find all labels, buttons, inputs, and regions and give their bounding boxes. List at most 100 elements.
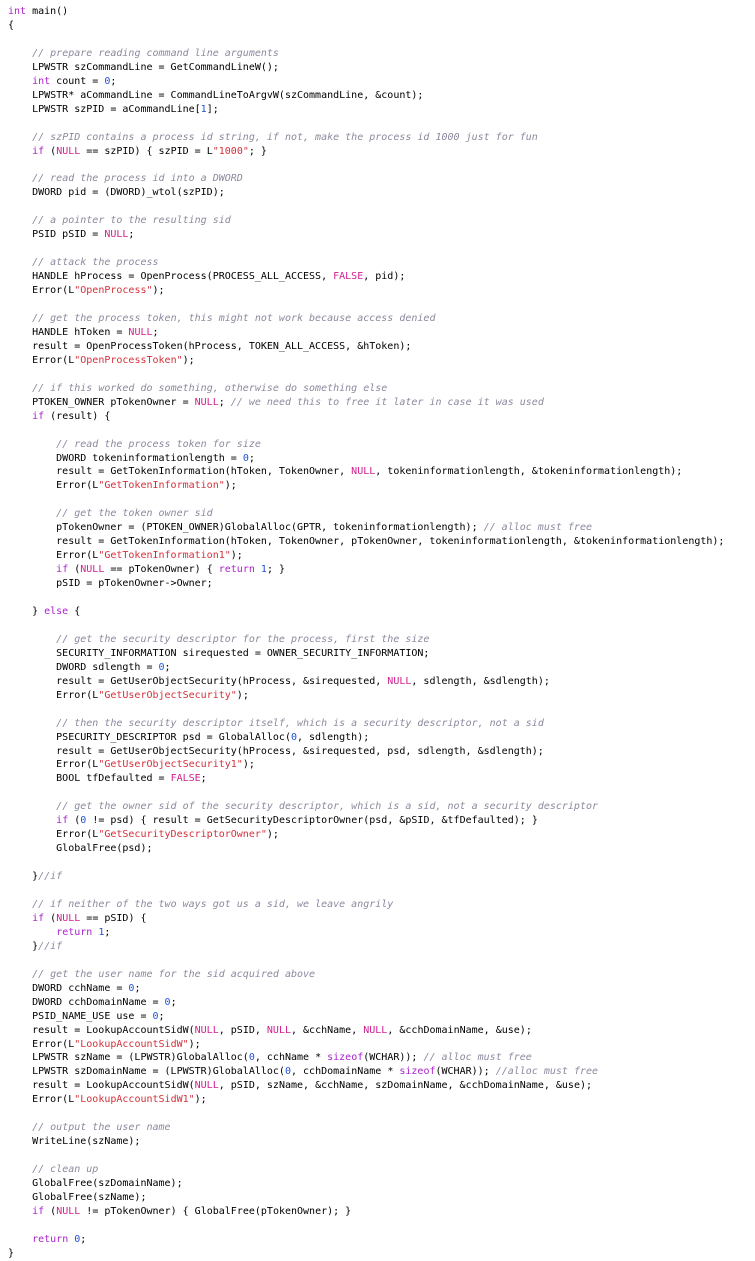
code-token-pl: DWORD pid = (DWORD)_wtol(szPID); <box>8 187 225 199</box>
code-token-pl: WriteLine(szName); <box>8 1136 141 1148</box>
code-line: // get the security descriptor for the p… <box>8 633 755 647</box>
code-token-pl: (result) { <box>44 410 111 422</box>
code-token-cm: // read the process token for size <box>56 438 261 450</box>
code-token-cn: NULL <box>266 1024 291 1036</box>
code-line: DWORD sdlength = 0; <box>8 661 755 675</box>
code-line: pTokenOwner = (PTOKEN_OWNER)GlobalAlloc(… <box>8 521 755 535</box>
code-token-cm: // we need this to free it later in case… <box>230 396 544 408</box>
code-token-pl: ( <box>44 1205 57 1217</box>
code-token-pl: DWORD tokeninformationlength = <box>8 452 243 464</box>
code-line: result = LookupAccountSidW(NULL, pSID, N… <box>8 1024 755 1038</box>
code-token-pl: ; <box>128 229 135 241</box>
code-line: if (NULL == pSID) { <box>8 912 755 926</box>
code-line: LPWSTR szDomainName = (LPWSTR)GlobalAllo… <box>8 1065 755 1079</box>
code-line: PSID_NAME_USE use = 0; <box>8 1010 755 1024</box>
code-token-kw: sizeof <box>327 1052 364 1064</box>
code-line: DWORD cchDomainName = 0; <box>8 996 755 1010</box>
code-line: Error(L"GetTokenInformation1"); <box>8 549 755 563</box>
code-token-pl: pTokenOwner = (PTOKEN_OWNER)GlobalAlloc(… <box>8 522 484 534</box>
code-token-cn: NULL <box>56 1205 81 1217</box>
code-line: } <box>8 1247 755 1261</box>
code-token-cn: NULL <box>194 1080 219 1092</box>
code-token-pl: result = GetUserObjectSecurity(hProcess,… <box>8 745 544 757</box>
code-line: LPWSTR* aCommandLine = CommandLineToArgv… <box>8 89 755 103</box>
code-token-pl: Error(L <box>8 829 99 841</box>
code-token-pl: ); <box>188 1038 201 1050</box>
code-line: result = LookupAccountSidW(NULL, pSID, s… <box>8 1079 755 1093</box>
code-token-pl: LPWSTR szCommandLine = GetCommandLineW()… <box>8 61 279 73</box>
code-line: DWORD cchName = 0; <box>8 982 755 996</box>
code-token-kw: return <box>56 926 93 938</box>
code-line: // get the owner sid of the security des… <box>8 800 755 814</box>
code-line: HANDLE hProcess = OpenProcess(PROCESS_AL… <box>8 270 755 284</box>
code-token-pl: PSECURITY_DESCRIPTOR psd = GlobalAlloc( <box>8 731 291 743</box>
code-token-pl: ); <box>230 550 243 562</box>
code-token-pl: LPWSTR szDomainName = (LPWSTR)GlobalAllo… <box>8 1066 285 1078</box>
code-line: if (NULL == szPID) { szPID = L"1000"; } <box>8 145 755 159</box>
code-token-pl: HANDLE hProcess = OpenProcess(PROCESS_AL… <box>8 271 334 283</box>
code-token-pl: BOOL tfDefaulted = <box>8 773 171 785</box>
code-line: Error(L"GetTokenInformation"); <box>8 479 755 493</box>
code-token-pl: result = GetUserObjectSecurity(hProcess,… <box>8 675 388 687</box>
code-token-pl: PTOKEN_OWNER pTokenOwner = <box>8 396 195 408</box>
code-token-pl: , sdlength); <box>297 731 370 743</box>
code-token-pl: } <box>8 871 39 883</box>
code-line: Error(L"OpenProcess"); <box>8 284 755 298</box>
code-token-pl: ); <box>194 1094 207 1106</box>
code-line: // a pointer to the resulting sid <box>8 214 755 228</box>
code-token-cn: NULL <box>194 396 219 408</box>
code-token-cm: // read the process id into a DWORD <box>32 173 243 185</box>
code-token-pl: ); <box>182 354 195 366</box>
code-token-cm: // szPID contains a process id string, i… <box>32 131 538 143</box>
code-token-pl: SECURITY_INFORMATION sirequested = OWNER… <box>8 647 430 659</box>
code-token-pl: LPWSTR szPID = aCommandLine[ <box>8 103 201 115</box>
code-token-pl: ; } <box>248 145 267 157</box>
code-line: // get the process token, this might not… <box>8 312 755 326</box>
code-token-pl: , sdlength, &sdlength); <box>411 675 550 687</box>
code-line: if (0 != psd) { result = GetSecurityDesc… <box>8 814 755 828</box>
code-token-cm: // get the user name for the sid acquire… <box>32 968 316 980</box>
code-token-pl: ( <box>44 912 57 924</box>
code-token-pl: ); <box>266 829 279 841</box>
code-line: }//if <box>8 870 755 884</box>
code-line: // output the user name <box>8 1121 755 1135</box>
code-token-cm: //alloc must free <box>495 1066 599 1078</box>
code-token-pl: ; <box>104 926 111 938</box>
code-line: PTOKEN_OWNER pTokenOwner = NULL; // we n… <box>8 396 755 410</box>
code-token-cm: // alloc must free <box>483 522 592 534</box>
code-token-cn: NULL <box>56 912 81 924</box>
code-line: WriteLine(szName); <box>8 1135 755 1149</box>
code-token-cn: NULL <box>104 229 129 241</box>
code-line: result = GetTokenInformation(hToken, Tok… <box>8 535 755 549</box>
code-listing[interactable]: int main(){ // prepare reading command l… <box>0 0 755 1261</box>
code-token-pl: , cchName * <box>254 1052 328 1064</box>
code-token-pl: Error(L <box>8 1038 75 1050</box>
code-token-pl: PSID pSID = <box>8 229 105 241</box>
code-token-cm: // attack the process <box>32 257 159 269</box>
code-line: HANDLE hToken = NULL; <box>8 326 755 340</box>
code-token-pl: != pTokenOwner) { GlobalFree(pTokenOwner… <box>80 1205 352 1217</box>
code-token-pl: result = LookupAccountSidW( <box>8 1080 195 1092</box>
code-token-pl: } <box>8 940 39 952</box>
code-line: if (NULL == pTokenOwner) { return 1; } <box>8 563 755 577</box>
code-token-cn: FALSE <box>333 271 364 283</box>
code-line: Error(L"OpenProcessToken"); <box>8 354 755 368</box>
code-line: // get the user name for the sid acquire… <box>8 968 755 982</box>
code-line: // clean up <box>8 1163 755 1177</box>
